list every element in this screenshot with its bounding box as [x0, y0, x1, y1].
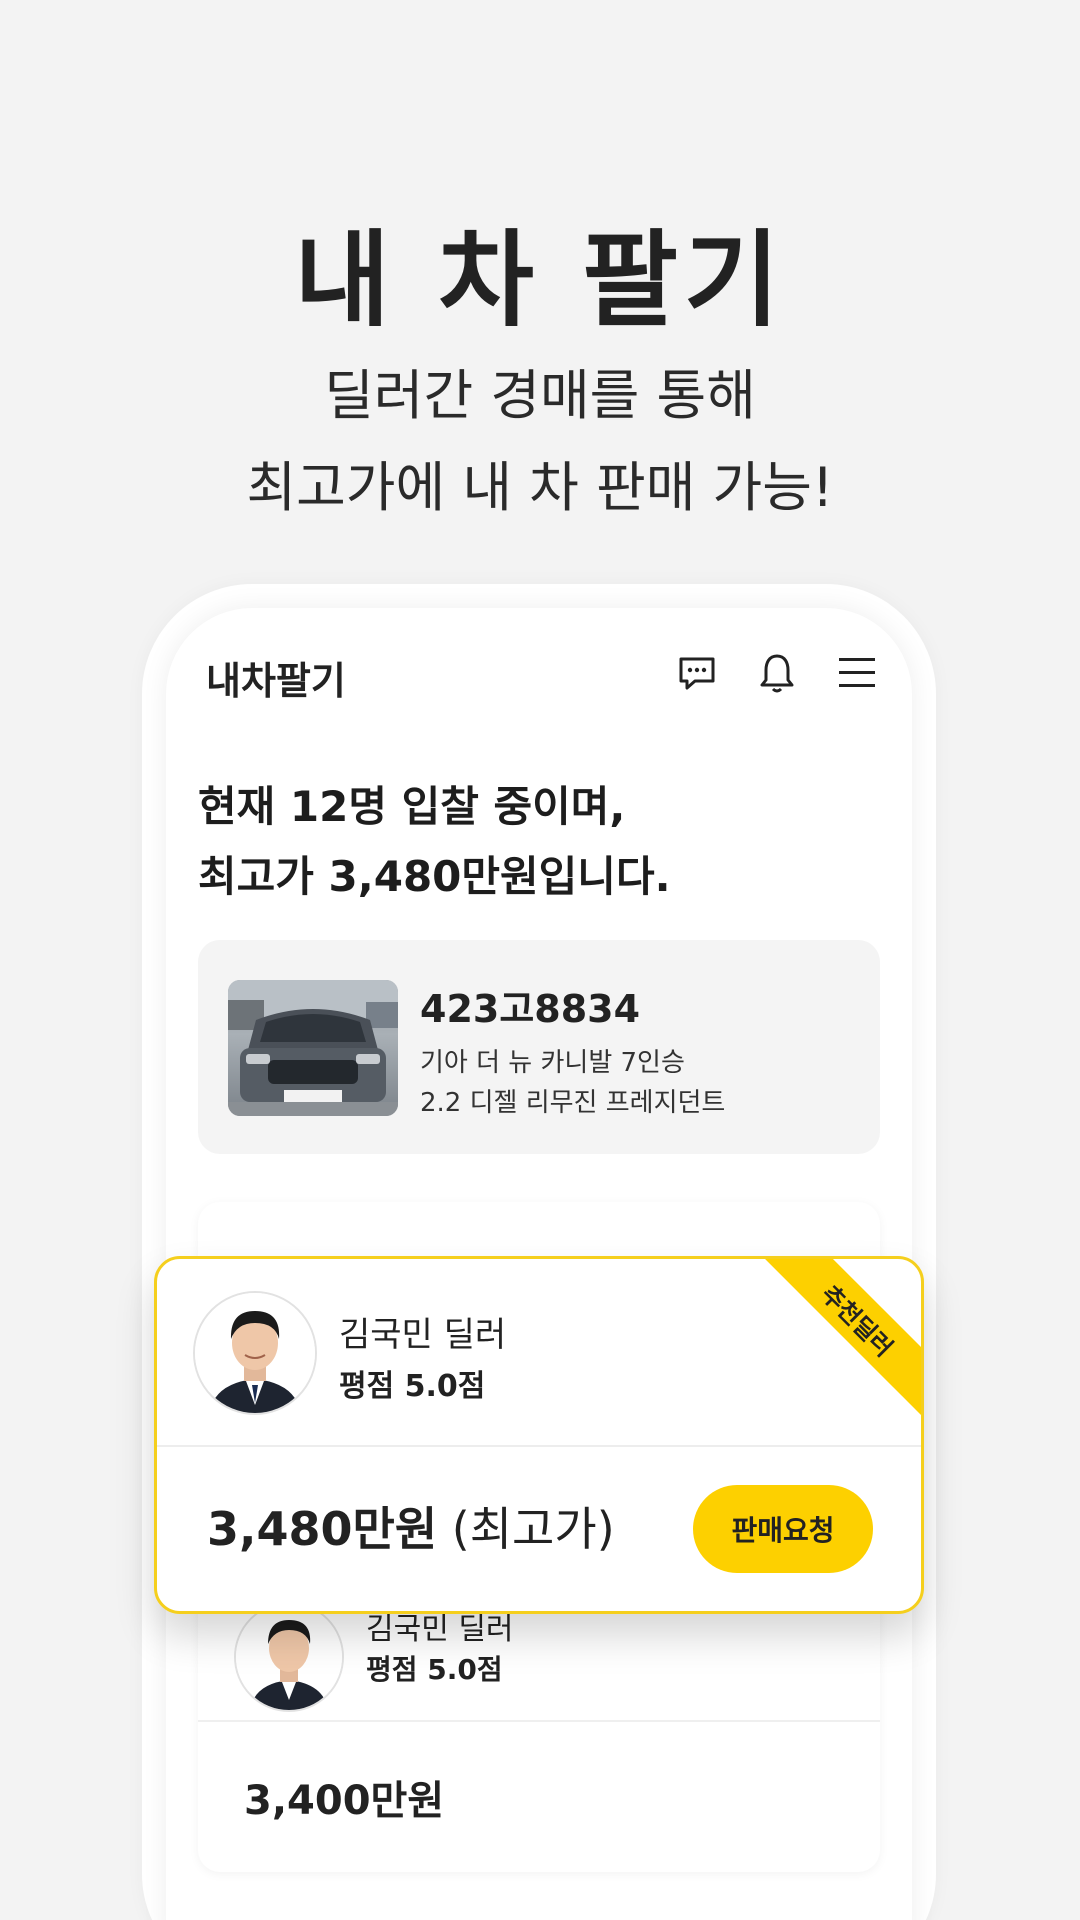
recommended-badge: 추천딜러 — [757, 1259, 921, 1421]
hero-subtitle-line1: 딜러간 경매를 통해 — [324, 364, 756, 427]
hero-subtitle-line2: 최고가에 내 차 판매 가능! — [246, 456, 834, 519]
hero-subtitle: 딜러간 경매를 통해 최고가에 내 차 판매 가능! — [0, 350, 1080, 534]
car-plate-number: 423고8834 — [420, 987, 641, 1031]
bid-price: 3,400만원 — [244, 1778, 445, 1824]
car-photo — [228, 980, 398, 1116]
dealer-rating: 평점 5.0점 — [339, 1369, 486, 1404]
card-divider — [157, 1445, 921, 1447]
bid-headline-line1: 현재 12명 입찰 중이며, — [198, 782, 626, 831]
hero-title: 내 차 팔기 — [294, 219, 786, 341]
chat-icon[interactable] — [674, 650, 720, 696]
top-bid-price: 3,480만원 (최고가) — [207, 1493, 615, 1559]
bid-headline: 현재 12명 입찰 중이며, 최고가 3,480만원입니다. — [198, 772, 671, 912]
dealer-avatar — [234, 1602, 344, 1712]
bell-icon[interactable] — [754, 650, 800, 696]
dealer-name: 김국민 딜러 — [339, 1315, 507, 1355]
car-info-card[interactable]: 423고8834 기아 더 뉴 카니발 7인승 2.2 디젤 리무진 프레지던트 — [198, 940, 880, 1154]
car-model-line2: 2.2 디젤 리무진 프레지던트 — [420, 1088, 726, 1118]
car-model-line1: 기아 더 뉴 카니발 7인승 — [420, 1048, 685, 1078]
bid-headline-line2: 최고가 3,480만원입니다. — [198, 852, 671, 901]
top-bid-price-note: (최고가) — [451, 1502, 615, 1556]
dealer-avatar — [193, 1291, 317, 1415]
top-bid-price-value: 3,480만원 — [207, 1502, 438, 1556]
recommended-dealer-card[interactable]: 추천딜러 김국민 딜러 평점 5.0점 3,480만원 (최고가) 판매요청 — [154, 1256, 924, 1614]
menu-icon[interactable] — [834, 650, 880, 696]
card-divider — [198, 1720, 880, 1722]
sell-request-button[interactable]: 판매요청 — [693, 1485, 873, 1573]
app-title: 내차팔기 — [206, 659, 346, 703]
dealer-rating: 평점 5.0점 — [366, 1653, 503, 1686]
